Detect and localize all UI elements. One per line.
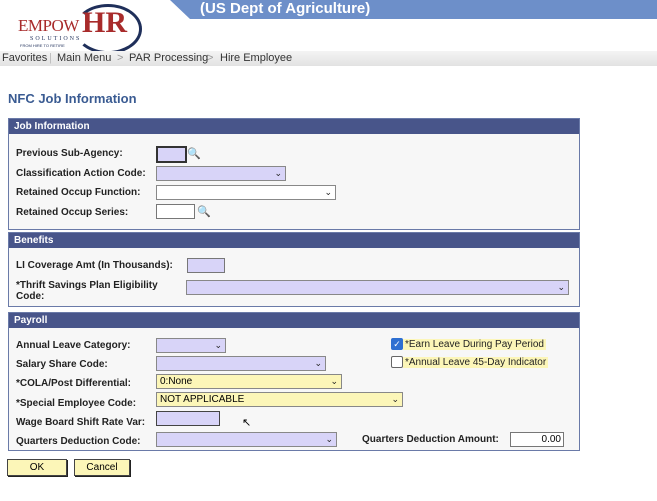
quarters-amount-input[interactable]: 0.00 — [510, 432, 564, 447]
wage-board-input[interactable] — [156, 411, 220, 426]
header-banner: (US Dept of Agriculture) — [170, 0, 657, 19]
lookup-icon[interactable]: 🔍 — [197, 205, 211, 218]
retained-function-select[interactable]: ⌄ — [156, 185, 336, 200]
al45-checkbox[interactable] — [391, 356, 403, 368]
previous-sub-agency-input[interactable] — [156, 146, 187, 163]
nav-par-processing[interactable]: PAR Processing — [129, 52, 208, 64]
earn-leave-checkbox[interactable]: ✓ — [391, 338, 403, 350]
nav-favorites[interactable]: Favorites — [2, 52, 47, 64]
nav-main-menu[interactable]: Main Menu — [57, 52, 111, 64]
label: Previous Sub-Agency: — [16, 148, 123, 159]
li-coverage-input[interactable] — [187, 258, 225, 273]
empowhr-logo: EMPOW HR SOLUTIONS FROM HIRE TO RETIRE — [12, 2, 142, 54]
salary-share-select[interactable]: ⌄ — [156, 356, 326, 371]
page-title: NFC Job Information — [8, 91, 137, 106]
retained-series-input[interactable] — [156, 204, 195, 219]
ok-button[interactable]: OK — [7, 459, 67, 476]
org-name: (US Dept of Agriculture) — [200, 0, 371, 17]
lookup-icon[interactable]: 🔍 — [187, 147, 201, 160]
nav-hire-employee[interactable]: Hire Employee — [220, 52, 292, 64]
mouse-cursor-icon: ↖ — [242, 417, 252, 429]
section-header: Job Information — [9, 119, 579, 134]
cancel-button[interactable]: Cancel — [74, 459, 130, 476]
classification-action-select[interactable]: ⌄ — [156, 166, 286, 181]
breadcrumb: Favorites | Main Menu > PAR Processing >… — [0, 51, 657, 66]
annual-leave-select[interactable]: ⌄ — [156, 338, 226, 353]
tsp-select[interactable]: ⌄ — [186, 280, 569, 295]
cola-select[interactable]: 0:None ⌄ — [156, 374, 342, 389]
quarters-code-select[interactable]: ⌄ — [156, 432, 337, 447]
special-employee-select[interactable]: NOT APPLICABLE ⌄ — [156, 392, 403, 407]
